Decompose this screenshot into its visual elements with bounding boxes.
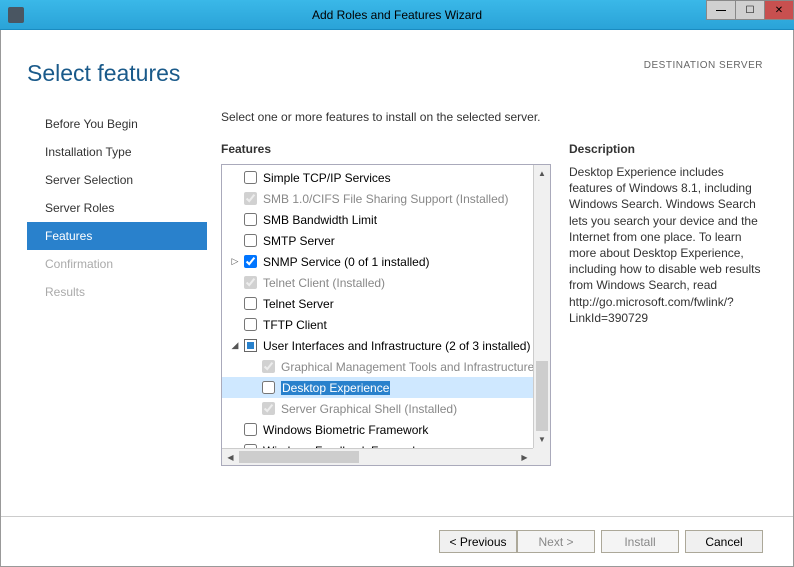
feature-label: Windows Biometric Framework [263,423,428,437]
scroll-left-icon[interactable]: ◀ [222,449,239,465]
feature-item[interactable]: TFTP Client [222,314,533,335]
feature-label: Telnet Server [263,297,334,311]
scroll-right-icon[interactable]: ▶ [516,449,533,465]
description-text: Desktop Experience includes features of … [569,164,765,326]
main-panel: Select one or more features to install o… [221,110,765,466]
scroll-thumb-vertical[interactable] [536,361,548,431]
feature-label: Server Graphical Shell (Installed) [281,402,457,416]
feature-label: User Interfaces and Infrastructure (2 of… [263,339,530,353]
feature-label: Telnet Client (Installed) [263,276,385,290]
feature-item[interactable]: Simple TCP/IP Services [222,167,533,188]
nav-step-installation-type[interactable]: Installation Type [27,138,207,166]
window-title: Add Roles and Features Wizard [312,8,482,22]
nav-step-results: Results [27,278,207,306]
feature-checkbox[interactable] [244,423,257,436]
scroll-thumb-horizontal[interactable] [239,451,359,463]
feature-checkbox [244,192,257,205]
titlebar[interactable]: Add Roles and Features Wizard — ☐ ✕ [0,0,794,30]
feature-item[interactable]: SMB Bandwidth Limit [222,209,533,230]
close-button[interactable]: ✕ [764,0,794,20]
feature-label: Desktop Experience [281,381,390,395]
feature-label: SMTP Server [263,234,335,248]
nav-step-confirmation: Confirmation [27,250,207,278]
previous-button[interactable]: < Previous [439,530,517,553]
feature-item[interactable]: Windows Biometric Framework [222,419,533,440]
feature-item[interactable]: SMB 1.0/CIFS File Sharing Support (Insta… [222,188,533,209]
scroll-corner [533,448,550,465]
feature-checkbox[interactable] [244,234,257,247]
next-button[interactable]: Next > [517,530,595,553]
collapse-icon[interactable]: ◢ [230,340,240,351]
install-button[interactable]: Install [601,530,679,553]
minimize-button[interactable]: — [706,0,736,20]
feature-checkbox[interactable] [244,213,257,226]
description-header: Description [569,142,765,156]
feature-checkbox [262,360,275,373]
feature-checkbox[interactable] [244,297,257,310]
features-header: Features [221,142,551,156]
feature-item[interactable]: Server Graphical Shell (Installed) [222,398,533,419]
feature-label: Graphical Management Tools and Infrastru… [281,360,533,374]
expand-icon[interactable]: ▷ [230,256,240,267]
vertical-scrollbar[interactable]: ▲ ▼ [533,165,550,448]
nav-step-before-you-begin[interactable]: Before You Begin [27,110,207,138]
feature-item[interactable]: SMTP Server [222,230,533,251]
feature-label: TFTP Client [263,318,327,332]
feature-checkbox [244,276,257,289]
checkbox-mixed[interactable] [244,339,257,352]
nav-step-features[interactable]: Features [27,222,207,250]
nav-step-server-roles[interactable]: Server Roles [27,194,207,222]
feature-item[interactable]: Windows Feedback Forwarder [222,440,533,448]
feature-item[interactable]: Desktop Experience [222,377,533,398]
feature-item[interactable]: ▷ SNMP Service (0 of 1 installed) [222,251,533,272]
feature-label: SMB 1.0/CIFS File Sharing Support (Insta… [263,192,508,206]
feature-item[interactable]: Graphical Management Tools and Infrastru… [222,356,533,377]
feature-checkbox[interactable] [262,381,275,394]
wizard-footer: < Previous Next > Install Cancel [1,516,793,566]
wizard-content: Select features DESTINATION SERVER Befor… [0,30,794,567]
feature-item[interactable]: Telnet Server [222,293,533,314]
feature-checkbox[interactable] [244,255,257,268]
feature-label: SNMP Service (0 of 1 installed) [263,255,430,269]
scroll-up-icon[interactable]: ▲ [534,165,550,182]
feature-checkbox[interactable] [244,171,257,184]
feature-item[interactable]: ◢ User Interfaces and Infrastructure (2 o… [222,335,533,356]
feature-checkbox [262,402,275,415]
page-title: Select features [27,60,180,87]
app-icon [8,7,24,23]
features-tree[interactable]: Simple TCP/IP Services SMB 1.0/CIFS File … [221,164,551,466]
feature-checkbox[interactable] [244,318,257,331]
wizard-steps-sidebar: Before You BeginInstallation TypeServer … [27,110,207,306]
feature-label: SMB Bandwidth Limit [263,213,377,227]
scroll-down-icon[interactable]: ▼ [534,431,550,448]
feature-item[interactable]: Telnet Client (Installed) [222,272,533,293]
cancel-button[interactable]: Cancel [685,530,763,553]
instruction-text: Select one or more features to install o… [221,110,765,124]
horizontal-scrollbar[interactable]: ◀ ▶ [222,448,533,465]
nav-step-server-selection[interactable]: Server Selection [27,166,207,194]
destination-server-label: DESTINATION SERVER [644,60,763,71]
feature-label: Simple TCP/IP Services [263,171,391,185]
maximize-button[interactable]: ☐ [735,0,765,20]
